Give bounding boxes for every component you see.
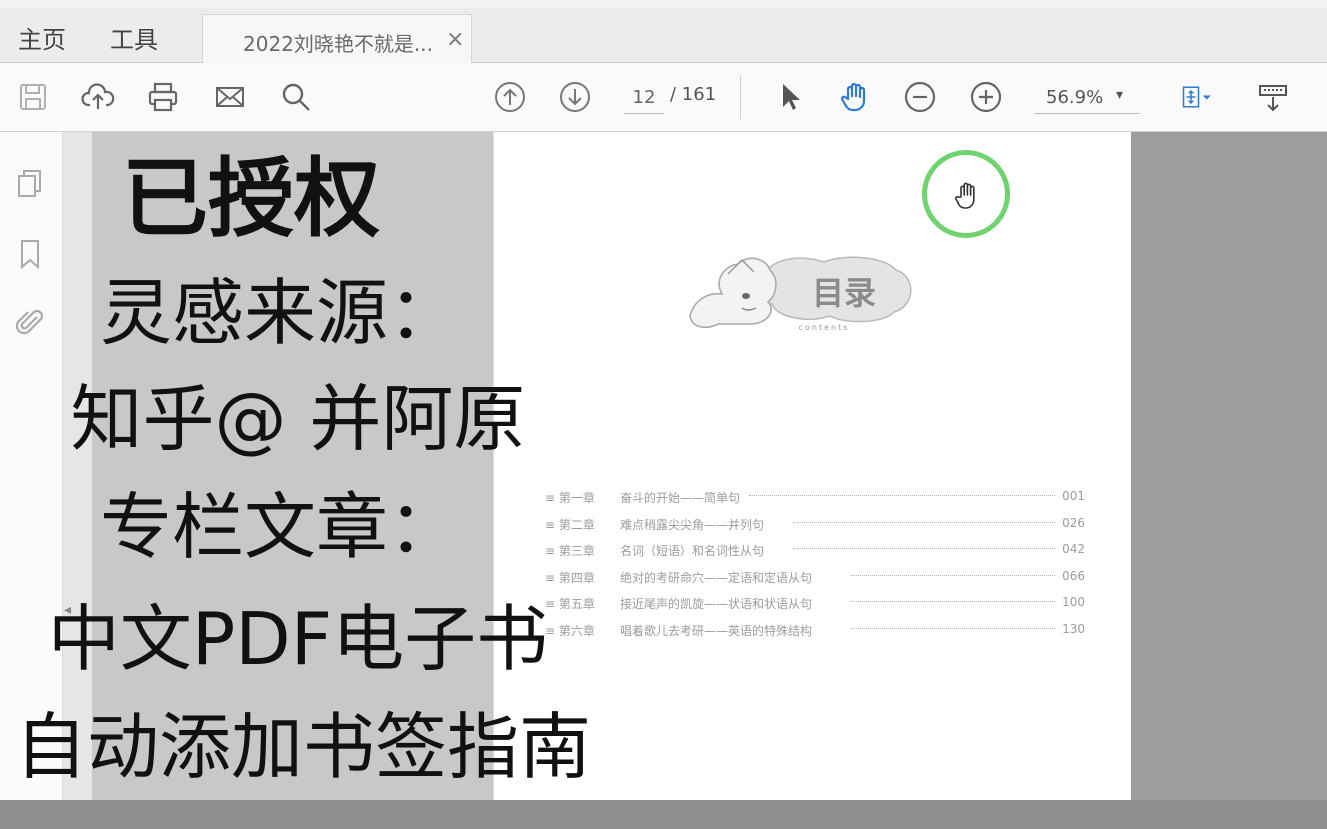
reading-mode-icon[interactable] [1253, 77, 1293, 117]
toc-leader [793, 521, 1055, 523]
next-page-icon[interactable] [555, 77, 595, 117]
document-tab-title: 2022刘晓艳不就是... [243, 32, 433, 56]
toolbar: 12 / 161 56.9% ▾ [0, 63, 1327, 132]
toc-page: 001 [1062, 489, 1085, 503]
caption-topic: 中文PDF电子书 [47, 597, 549, 681]
search-icon[interactable] [276, 77, 316, 117]
toc-mascot-badge: 目录 contents [689, 256, 912, 332]
toc-page: 042 [1062, 542, 1085, 556]
caption-column-label: 专栏文章： [99, 485, 460, 569]
toc-title: 奋斗的开始——简单句 [620, 491, 741, 505]
toc-page: 100 [1062, 595, 1085, 609]
toc-title: 绝对的考研命穴——定语和定语从句 [620, 570, 813, 585]
toc-title: 唱着歌儿去考研——英语的特殊结构 [620, 623, 813, 638]
page-number-input[interactable]: 12 [624, 83, 664, 114]
toc-leader [851, 601, 1055, 602]
toc-leader [793, 548, 1055, 549]
caption-guide: 自动添加书签指南 [14, 705, 591, 789]
hand-tool-icon[interactable] [835, 77, 875, 117]
toc-page: 026 [1062, 515, 1085, 530]
toc-leader [749, 495, 1055, 496]
zoom-value: 56.9% [1046, 87, 1104, 108]
select-cursor-icon[interactable] [770, 77, 810, 117]
caption-authorized: 已授权 [122, 149, 380, 249]
toc-title: 接近尾声的凯旋——状语和状语从句 [620, 597, 813, 611]
fit-page-icon[interactable] [1170, 77, 1224, 117]
print-icon[interactable] [143, 77, 183, 117]
caption-source: 知乎@ 并阿原 [70, 377, 526, 461]
cursor-highlight-ring [922, 150, 1010, 238]
caption-inspiration-label: 灵感来源： [99, 271, 460, 355]
toc-badge-title: 目录 [812, 274, 876, 312]
prev-page-icon[interactable] [490, 77, 530, 117]
page-total: / 161 [670, 84, 717, 105]
toc-page: 066 [1062, 568, 1085, 583]
hand-cursor-icon [955, 182, 975, 209]
toc-page: 130 [1062, 621, 1085, 636]
toolbar-divider [740, 75, 741, 119]
tab-document[interactable]: 2022刘晓艳不就是... × [202, 14, 472, 64]
tab-home[interactable]: 主页 [18, 20, 66, 55]
zoom-out-icon[interactable] [900, 77, 940, 117]
tab-bar: 主页 工具 2022刘晓艳不就是... × [0, 8, 1327, 64]
viewer-background-right [1131, 132, 1327, 800]
upload-icon[interactable] [78, 77, 118, 117]
zoom-dropdown[interactable]: 56.9% ▾ [1034, 83, 1140, 114]
toc-title: 难点稍露尖尖角——并列句 [620, 517, 765, 532]
save-icon[interactable] [13, 77, 53, 117]
toc-leader [851, 627, 1055, 629]
toc-title: 名词（短语）和名词性从句 [620, 544, 765, 558]
close-tab-button[interactable]: × [446, 27, 464, 52]
zoom-in-icon[interactable] [966, 77, 1006, 117]
email-icon[interactable] [210, 77, 250, 117]
toc-leader [851, 574, 1055, 576]
chevron-down-icon: ▾ [1116, 87, 1124, 103]
tab-tools[interactable]: 工具 [110, 20, 158, 55]
toc-badge-subtitle: contents [799, 323, 850, 332]
bottom-status-strip [0, 800, 1327, 829]
